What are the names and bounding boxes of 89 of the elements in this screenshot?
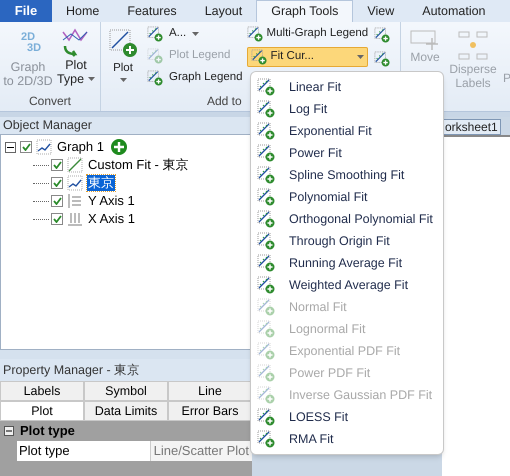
add-icon[interactable] (110, 139, 127, 155)
fit-curve-icon (257, 430, 275, 448)
legend-icon (147, 26, 163, 42)
checkbox[interactable] (51, 213, 63, 225)
line-plot-icon (67, 175, 83, 191)
property-tab[interactable]: Symbol (84, 381, 168, 401)
ribbon-tab[interactable]: Graph Tools (256, 0, 354, 22)
property-name: Plot type (17, 441, 151, 461)
disperse-labels-icon (458, 30, 488, 62)
move-icon (410, 30, 440, 50)
menu-item[interactable]: Spline Smoothing Fit (251, 164, 443, 186)
tree-item[interactable]: Custom Fit - 東京 (87, 157, 190, 173)
fit-curve-icon (257, 364, 275, 382)
add-to-graph-button[interactable]: A... (147, 25, 243, 43)
fit-curve-icon (257, 408, 275, 426)
graph-icon (36, 139, 52, 155)
worksheet-tab[interactable]: orksheet1 (442, 119, 501, 135)
fit-line-icon (67, 157, 83, 173)
ribbon-tab[interactable]: Features (113, 0, 191, 22)
property-tab[interactable]: Data Limits (84, 401, 168, 421)
chart-icon (374, 51, 390, 67)
fit-curve-icon (257, 386, 275, 404)
panel-title: Property Manager - 東京 (0, 359, 252, 381)
menu-item[interactable]: Orthogonal Polynomial Fit (251, 208, 443, 230)
property-tab[interactable]: Line (168, 381, 252, 401)
ribbon-tab[interactable]: Layout (190, 0, 256, 22)
plot-button[interactable]: Plot (105, 25, 141, 93)
checkbox[interactable] (51, 177, 63, 189)
checkbox[interactable] (51, 159, 63, 171)
menu-item[interactable]: Running Average Fit (251, 252, 443, 274)
property-tab[interactable]: Labels (0, 381, 84, 401)
menu-item[interactable]: LOESS Fit (251, 406, 443, 428)
tree-item[interactable]: 東京 (87, 175, 115, 191)
fit-curve-icon (257, 78, 275, 96)
legend-icon (147, 48, 163, 64)
caret-icon (357, 55, 364, 59)
legend-icon (246, 26, 263, 42)
chart-icon (374, 27, 390, 43)
file-tab[interactable]: File (0, 0, 52, 22)
fit-curve-icon (257, 232, 275, 250)
fit-curve-icon (257, 254, 275, 272)
tree-item[interactable]: X Axis 1 (87, 211, 136, 227)
y-axis-icon (67, 193, 83, 209)
fit-curve-icon (257, 144, 275, 162)
checkbox[interactable] (51, 195, 63, 207)
menu-item[interactable]: RMA Fit (251, 428, 443, 450)
collapse-toggle[interactable] (4, 426, 14, 436)
fit-curve-icon (257, 188, 275, 206)
ribbon-tab[interactable]: View (353, 0, 408, 22)
menu-item[interactable]: Through Origin Fit (251, 230, 443, 252)
checkbox[interactable] (20, 141, 32, 153)
minus-icon (6, 428, 12, 434)
fit-curve-icon (257, 298, 275, 316)
multi-graph-legend-button[interactable]: Multi-Graph Legend (246, 25, 368, 43)
group-label: Add to (207, 93, 242, 110)
ribbon-tab[interactable]: Home (52, 0, 114, 22)
fit-curve-button[interactable]: Fit Cur... (246, 47, 368, 67)
menu-item[interactable]: Exponential Fit (251, 120, 443, 142)
fit-curve-icon (257, 166, 275, 184)
group-label: Convert (28, 93, 72, 110)
plot-type-button[interactable]: Plot Type (56, 26, 96, 93)
legend-icon (147, 70, 163, 86)
tree-item[interactable]: Graph 1 (56, 139, 105, 155)
ribbon-tab[interactable]: Automation (408, 0, 500, 22)
fit-curve-icon (257, 342, 275, 360)
menu-item[interactable]: Power Fit (251, 142, 443, 164)
fit-curve-icon (250, 49, 267, 65)
add-to-graph-button[interactable]: Graph Legend (147, 69, 243, 87)
fit-curve-icon (257, 100, 275, 118)
fit-curve-icon (257, 320, 275, 338)
fit-curve-icon (257, 122, 275, 140)
property-tab[interactable]: Error Bars (168, 401, 252, 421)
menu-item[interactable]: Polynomial Fit (251, 186, 443, 208)
caret-icon (88, 77, 96, 81)
collapse-toggle[interactable] (5, 142, 16, 152)
add-plot-icon (108, 28, 138, 58)
tree-item[interactable]: Y Axis 1 (87, 193, 136, 209)
section-title: Plot type (20, 422, 75, 440)
caret-icon (120, 78, 126, 82)
panel-title: Object Manager (0, 117, 252, 134)
convert-2d-3d-icon: 2D 3D (14, 26, 42, 60)
x-axis-icon (67, 211, 83, 227)
ribbon-button-label: P (502, 70, 510, 87)
property-tab[interactable]: Plot (0, 401, 84, 421)
menu-item[interactable]: Weighted Average Fit (251, 274, 443, 296)
caret-icon (192, 32, 200, 36)
property-value[interactable]: Line/Scatter Plot (150, 441, 252, 461)
fit-curve-icon (257, 276, 275, 294)
fit-curve-icon (257, 210, 275, 228)
